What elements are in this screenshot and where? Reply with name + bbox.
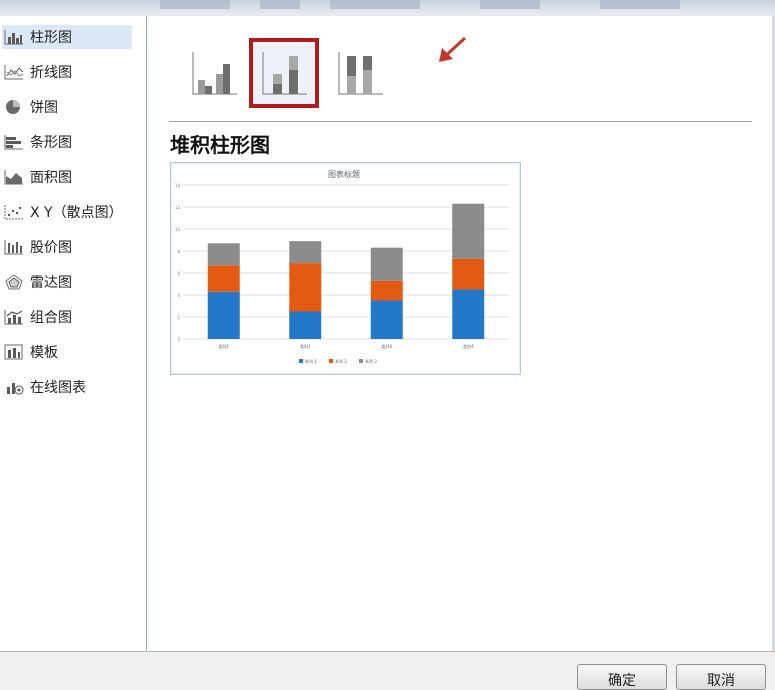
- y-tick-label: 8: [177, 249, 180, 254]
- pie-chart-icon: [4, 99, 24, 115]
- title-strip-segment: [260, 0, 300, 9]
- area-chart-icon: [4, 169, 24, 185]
- x-tick-label: 类别3: [381, 343, 392, 349]
- sidebar-item-scatter[interactable]: X Y（散点图）: [2, 200, 132, 224]
- radar-chart-icon: [4, 274, 24, 290]
- bar-segment: [452, 258, 485, 290]
- online-chart-icon: [4, 379, 24, 395]
- legend-swatch: [299, 359, 303, 363]
- sidebar-item-combo[interactable]: 组合图: [2, 305, 132, 329]
- x-tick-label: 类别1: [218, 343, 229, 349]
- title-strip-segment: [600, 0, 680, 9]
- sidebar-item-label: X Y（散点图）: [30, 205, 123, 221]
- y-tick-label: 10: [175, 227, 181, 232]
- sidebar-item-label: 组合图: [30, 310, 72, 326]
- sidebar-item-online[interactable]: 在线图表: [2, 375, 132, 399]
- title-strip-segment: [480, 0, 540, 9]
- chart-title: 图表标题: [328, 169, 360, 179]
- bar-segment: [289, 263, 322, 312]
- template-icon: [4, 344, 24, 360]
- 100-stacked-column-icon: [338, 52, 383, 95]
- sidebar-item-label: 面积图: [30, 170, 72, 186]
- legend-label: 系列 1: [305, 358, 317, 364]
- line-chart-icon: [4, 64, 24, 80]
- sidebar-item-label: 模板: [30, 345, 58, 361]
- clustered-column-icon: [192, 52, 237, 95]
- ok-button[interactable]: 确定: [577, 664, 667, 690]
- bar-chart-icon: [4, 134, 24, 150]
- chart-type-title: 堆积柱形图: [170, 133, 270, 157]
- bar-segment: [207, 291, 240, 339]
- legend-label: 系列 3: [365, 358, 377, 364]
- chart-preview-svg: 图表标题 0 2 4 6 8 10 12 14 类别1 类别2 类别3 类别4 系列 1 系列 2 系列 …: [175, 169, 509, 364]
- bar-segment: [207, 243, 240, 266]
- subtype-stacked-column[interactable]: [249, 38, 319, 108]
- sidebar-item-template[interactable]: 模板: [2, 340, 132, 364]
- y-tick-label: 2: [177, 315, 180, 320]
- window-title-strip: [0, 0, 775, 16]
- cancel-button[interactable]: 取消: [676, 664, 766, 690]
- sidebar-item-stock[interactable]: 股价图: [2, 235, 132, 259]
- stock-chart-icon: [4, 239, 24, 255]
- bar-segment: [207, 265, 240, 292]
- combo-chart-icon: [4, 309, 24, 325]
- scatter-chart-icon: [4, 204, 24, 220]
- y-tick-label: 4: [177, 293, 180, 298]
- legend-label: 系列 2: [335, 358, 347, 364]
- chart-type-sidebar: 柱形图 折线图 饼图 条形图 面积图 X Y（散点图） 股价图 雷达图 组合图 …: [0, 16, 147, 650]
- bar-segment: [370, 280, 403, 301]
- sidebar-item-radar[interactable]: 雷达图: [2, 270, 132, 294]
- chart-preview: 图表标题 0 2 4 6 8 10 12 14 类别1 类别2 类别3 类别4 系列 1 系列 2 系列 …: [170, 162, 521, 375]
- y-tick-label: 14: [175, 183, 181, 188]
- y-tick-label: 12: [175, 205, 181, 210]
- sidebar-item-line[interactable]: 折线图: [2, 60, 132, 84]
- x-tick-label: 类别2: [300, 343, 311, 349]
- column-chart-icon: [4, 29, 24, 45]
- y-tick-label: 0: [177, 337, 180, 342]
- y-tick-label: 6: [177, 271, 180, 276]
- bar-segment: [452, 203, 485, 259]
- bar-segment: [289, 241, 322, 264]
- sidebar-item-area[interactable]: 面积图: [2, 165, 132, 189]
- chart-type-content: 堆积柱形图 图表标题 0 2 4 6 8 10 12 14 类别1 类别2 类别3 类别4 系列 1 系…: [147, 16, 775, 650]
- sidebar-item-column[interactable]: 柱形图: [2, 25, 132, 49]
- title-strip-segment: [330, 0, 420, 9]
- stacked-column-icon: [262, 52, 307, 95]
- x-tick-label: 类别4: [463, 343, 474, 349]
- sidebar-item-label: 饼图: [30, 100, 58, 116]
- bar-segment: [452, 289, 485, 339]
- red-arrow-annotation: [439, 36, 467, 62]
- dialog-footer: 确定 取消: [0, 651, 775, 690]
- title-strip-segment: [160, 0, 230, 9]
- subtype-clustered-column[interactable]: [181, 40, 247, 106]
- legend-swatch: [329, 359, 333, 363]
- bar-segment: [370, 300, 403, 339]
- bar-segment: [289, 311, 322, 339]
- sidebar-item-label: 股价图: [30, 240, 72, 256]
- sidebar-item-label: 折线图: [30, 65, 72, 81]
- sidebar-item-bar[interactable]: 条形图: [2, 130, 132, 154]
- bar-segment: [370, 247, 403, 281]
- section-divider: [169, 121, 752, 122]
- sidebar-item-label: 在线图表: [30, 380, 86, 396]
- sidebar-item-label: 雷达图: [30, 275, 72, 291]
- sidebar-item-label: 条形图: [30, 135, 72, 151]
- sidebar-item-label: 柱形图: [30, 30, 72, 46]
- subtype-100-stacked-column[interactable]: [327, 40, 393, 106]
- legend-swatch: [359, 359, 363, 363]
- sidebar-item-pie[interactable]: 饼图: [2, 95, 132, 119]
